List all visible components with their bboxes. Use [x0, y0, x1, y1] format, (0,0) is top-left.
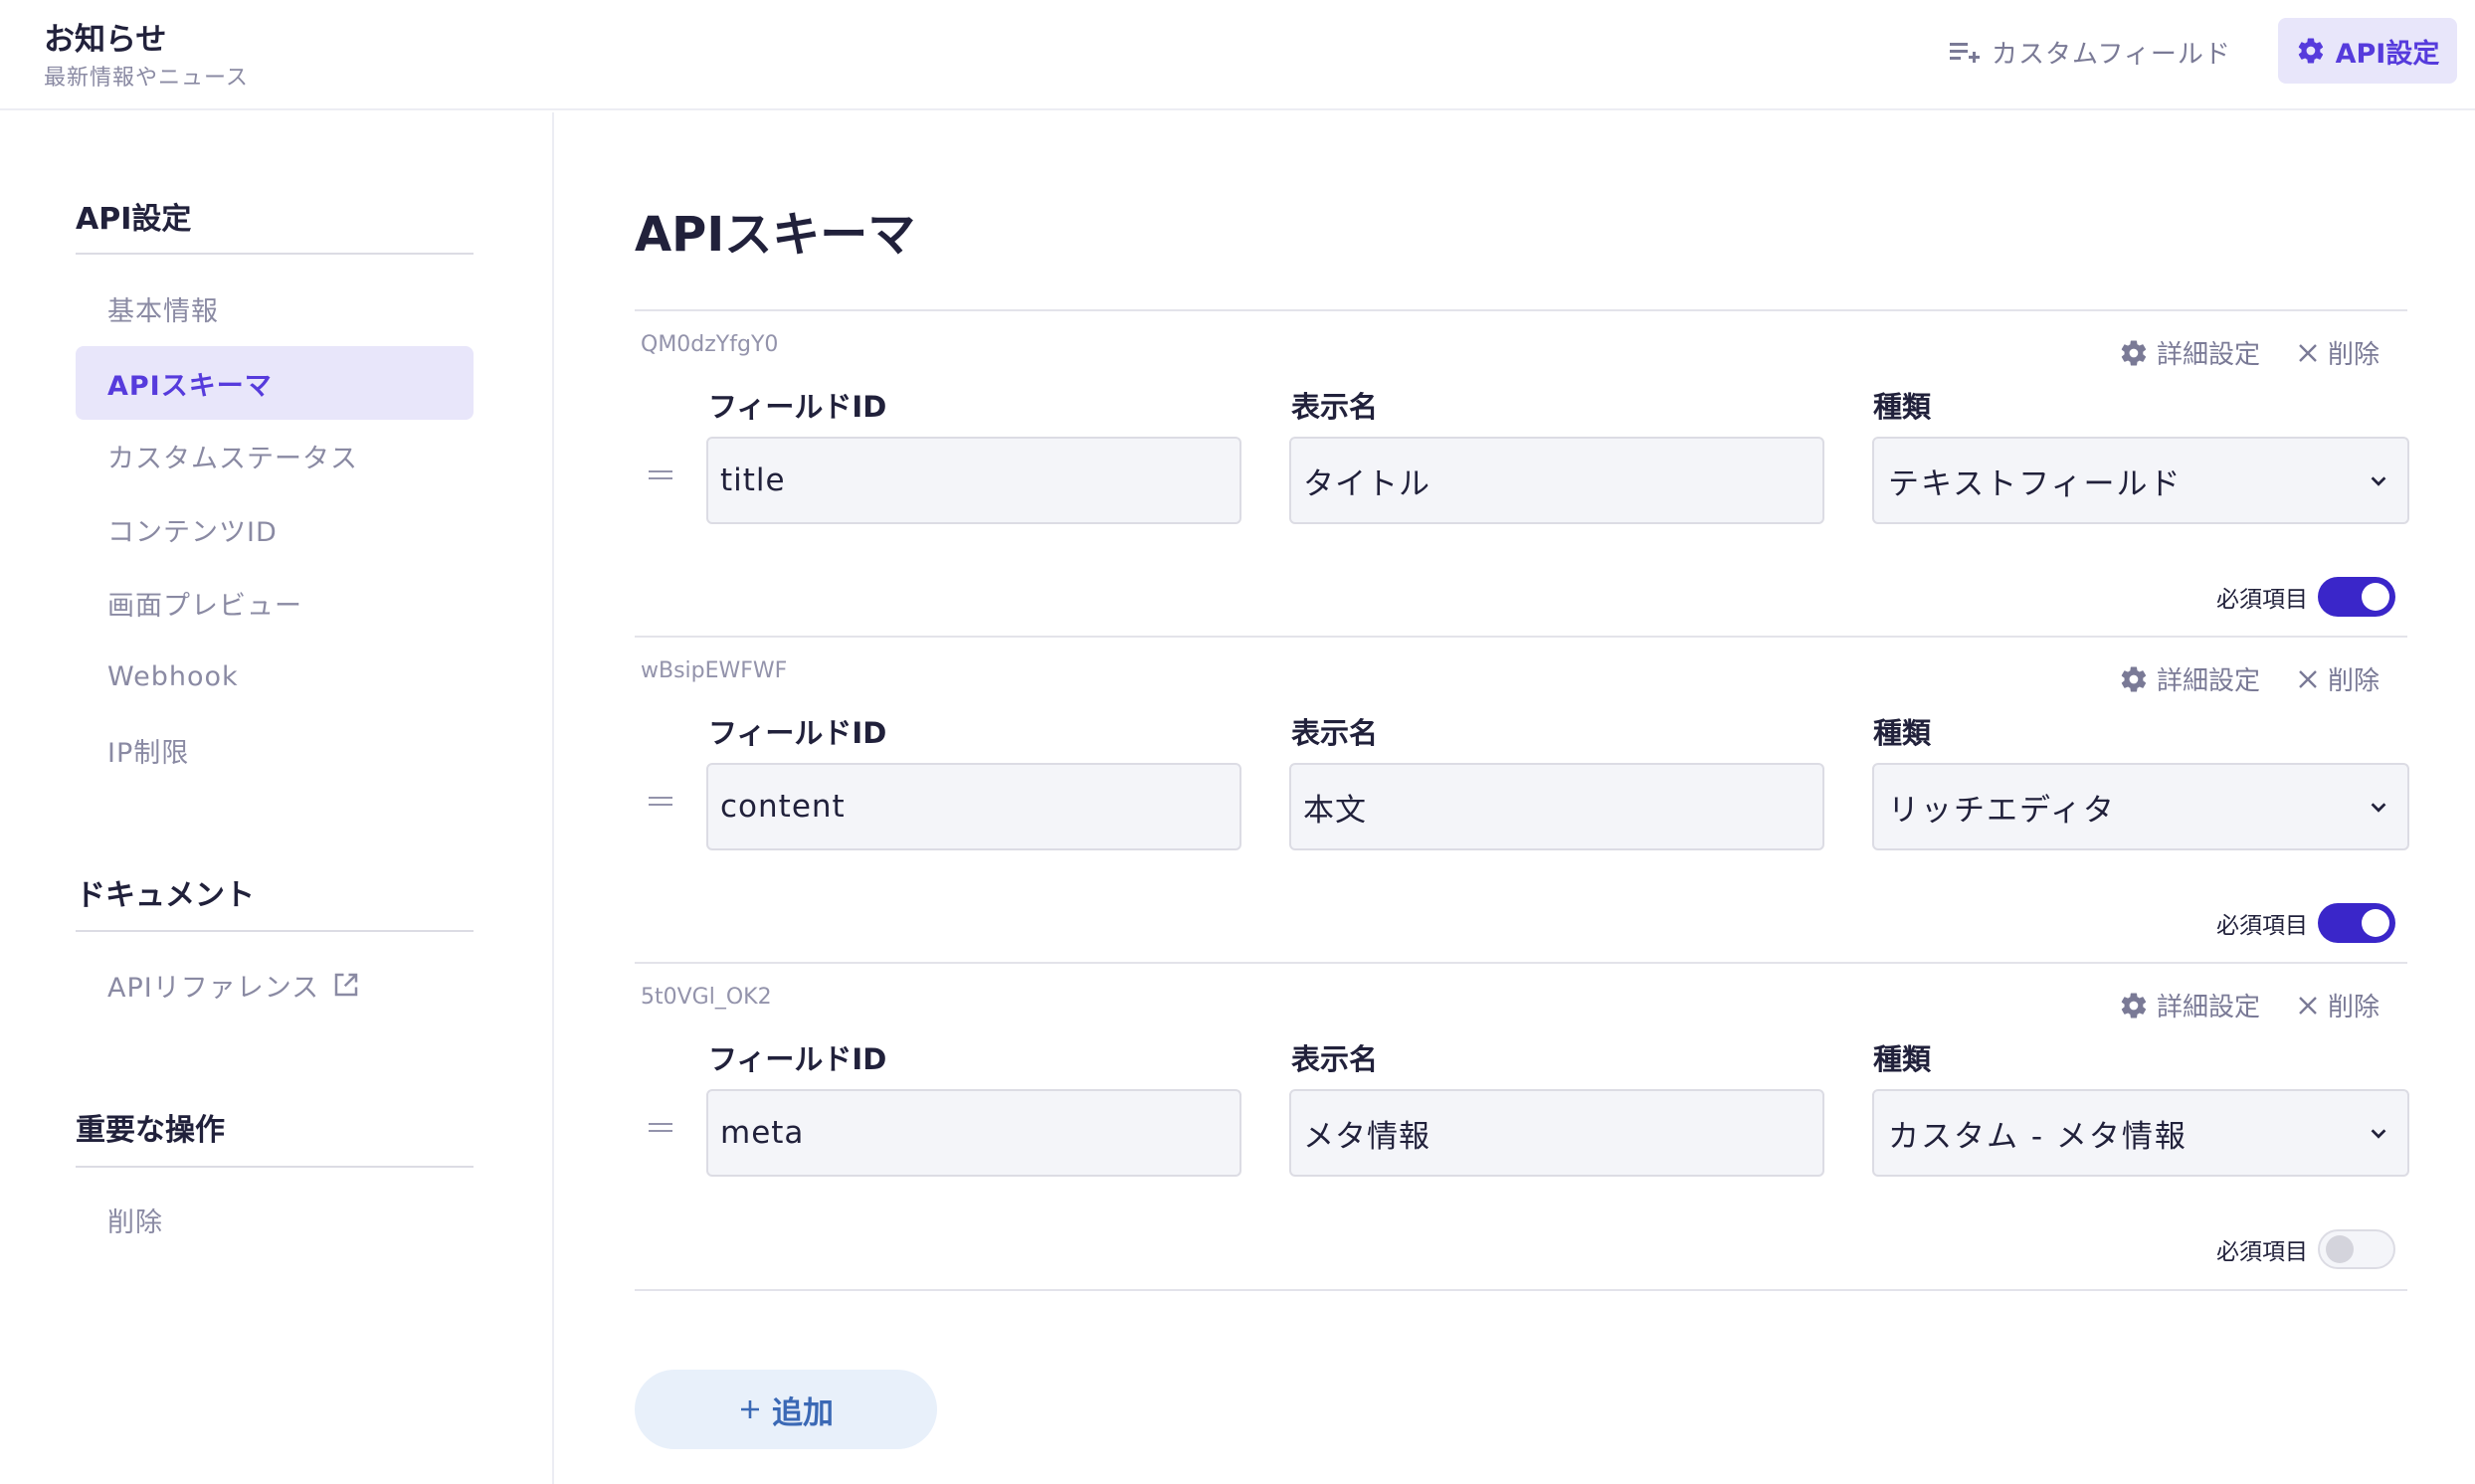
- type-select-value: リッチエディタ: [1888, 792, 2116, 829]
- field-id-input[interactable]: content: [706, 763, 1241, 850]
- divider: [635, 1289, 2407, 1291]
- details-label: 詳細設定: [2157, 666, 2261, 696]
- delete-button[interactable]: 削除: [2296, 660, 2380, 697]
- sidebar-item-custom-status[interactable]: カスタムステータス: [76, 419, 474, 492]
- drag-handle-icon[interactable]: [649, 797, 672, 807]
- field-id-input[interactable]: meta: [706, 1089, 1241, 1177]
- sidebar-item-api-schema[interactable]: APIスキーマ: [76, 346, 474, 420]
- field-id-label: フィールドID: [708, 1042, 887, 1076]
- delete-label: 削除: [2328, 340, 2380, 370]
- gear-icon: [2121, 666, 2147, 692]
- display-name-label: 表示名: [1291, 1042, 1379, 1076]
- required-label: 必須項目: [2216, 587, 2308, 613]
- header: お知らせ 最新情報やニュース カスタムフィールド API設定: [0, 0, 2475, 110]
- chevron-down-icon: [2371, 1129, 2386, 1139]
- divider: [635, 962, 2407, 964]
- field-id-label: フィールドID: [708, 716, 887, 750]
- api-settings-button[interactable]: API設定: [2278, 18, 2457, 84]
- page-title: お知らせ: [44, 22, 167, 58]
- gear-icon: [2298, 38, 2323, 64]
- type-label: 種類: [1873, 716, 1932, 750]
- sidebar-item-ip-restriction[interactable]: IP制限: [76, 713, 474, 787]
- display-name-label: 表示名: [1291, 716, 1379, 750]
- add-field-button[interactable]: 追加: [635, 1370, 937, 1449]
- required-toggle-row: 必須項目: [2216, 903, 2395, 943]
- sidebar-heading-api-settings: API設定: [76, 202, 192, 237]
- details-button[interactable]: 詳細設定: [2119, 660, 2260, 697]
- type-select[interactable]: テキストフィールド: [1872, 437, 2409, 524]
- required-toggle-row: 必須項目: [2216, 1229, 2395, 1269]
- details-button[interactable]: 詳細設定: [2119, 334, 2260, 371]
- type-select-value: カスタム - メタ情報: [1888, 1118, 2188, 1155]
- toggle-knob: [2362, 909, 2389, 937]
- sidebar-item-api-reference[interactable]: APIリファレンス: [76, 948, 474, 1021]
- sidebar-heading-danger: 重要な操作: [76, 1113, 225, 1148]
- sidebar-item-basic-info[interactable]: 基本情報: [76, 272, 474, 345]
- add-field-label: 追加: [772, 1394, 834, 1431]
- sidebar-item-delete[interactable]: 削除: [76, 1183, 474, 1256]
- drag-handle-icon[interactable]: [649, 1123, 672, 1133]
- gear-icon: [2121, 340, 2147, 366]
- delete-label: 削除: [2328, 666, 2380, 696]
- divider: [76, 930, 474, 932]
- delete-button[interactable]: 削除: [2296, 334, 2380, 371]
- field-actions: 詳細設定 削除: [2119, 987, 2380, 1023]
- required-toggle[interactable]: [2318, 1229, 2395, 1269]
- sidebar: API設定 基本情報 APIスキーマ カスタムステータス コンテンツID 画面プ…: [0, 112, 554, 1484]
- custom-field-button[interactable]: カスタムフィールド: [1950, 28, 2231, 76]
- type-label: 種類: [1873, 390, 1932, 424]
- required-label: 必須項目: [2216, 913, 2308, 939]
- chevron-down-icon: [2371, 476, 2386, 486]
- details-label: 詳細設定: [2157, 340, 2261, 370]
- details-button[interactable]: 詳細設定: [2119, 987, 2260, 1023]
- toggle-knob: [2326, 1235, 2354, 1263]
- sidebar-item-preview[interactable]: 画面プレビュー: [76, 566, 474, 640]
- drag-handle-icon[interactable]: [649, 470, 672, 480]
- field-internal-id: wBsipEWFWF: [641, 658, 788, 683]
- page-subtitle: 最新情報やニュース: [44, 66, 249, 91]
- custom-field-label: カスタムフィールド: [1992, 39, 2231, 70]
- divider: [635, 309, 2407, 311]
- gear-icon: [2121, 993, 2147, 1019]
- display-name-input[interactable]: メタ情報: [1289, 1089, 1824, 1177]
- display-name-input[interactable]: 本文: [1289, 763, 1824, 850]
- sidebar-item-webhook[interactable]: Webhook: [76, 640, 474, 713]
- chevron-down-icon: [2371, 803, 2386, 813]
- divider: [635, 636, 2407, 638]
- type-label: 種類: [1873, 1042, 1932, 1076]
- required-toggle[interactable]: [2318, 903, 2395, 943]
- delete-label: 削除: [2328, 993, 2380, 1022]
- sidebar-heading-documents: ドキュメント: [76, 878, 255, 913]
- section-title: APIスキーマ: [635, 207, 916, 263]
- toggle-knob: [2362, 583, 2389, 611]
- external-link-icon: [331, 970, 361, 1000]
- list-add-icon: [1950, 43, 1980, 63]
- close-icon: [2299, 996, 2317, 1015]
- field-id-label: フィールドID: [708, 390, 887, 424]
- display-name-input[interactable]: タイトル: [1289, 437, 1824, 524]
- required-toggle-row: 必須項目: [2216, 577, 2395, 617]
- close-icon: [2299, 343, 2317, 362]
- type-select-value: テキストフィールド: [1888, 465, 2183, 502]
- display-name-label: 表示名: [1291, 390, 1379, 424]
- close-icon: [2299, 669, 2317, 688]
- sidebar-item-content-id[interactable]: コンテンツID: [76, 492, 474, 566]
- field-internal-id: 5t0VGl_OK2: [641, 985, 772, 1010]
- field-internal-id: QM0dzYfgY0: [641, 332, 779, 357]
- divider: [76, 253, 474, 255]
- required-toggle[interactable]: [2318, 577, 2395, 617]
- type-select[interactable]: リッチエディタ: [1872, 763, 2409, 850]
- field-actions: 詳細設定 削除: [2119, 660, 2380, 697]
- plus-icon: [741, 1400, 759, 1418]
- divider: [76, 1166, 474, 1168]
- required-label: 必須項目: [2216, 1239, 2308, 1265]
- field-actions: 詳細設定 削除: [2119, 334, 2380, 371]
- field-id-input[interactable]: title: [706, 437, 1241, 524]
- api-settings-label: API設定: [2335, 38, 2440, 70]
- sidebar-item-label: APIリファレンス: [107, 972, 320, 1004]
- delete-button[interactable]: 削除: [2296, 987, 2380, 1023]
- details-label: 詳細設定: [2157, 993, 2261, 1022]
- type-select[interactable]: カスタム - メタ情報: [1872, 1089, 2409, 1177]
